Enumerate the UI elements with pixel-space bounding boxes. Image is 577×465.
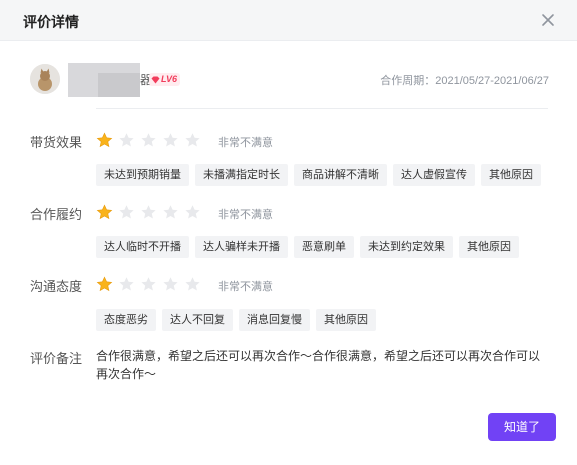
rating-label-fulfillment: 合作履约 — [30, 207, 83, 222]
cat-avatar-icon — [30, 64, 60, 94]
divider — [96, 108, 548, 109]
reason-tag: 恶意刷单 — [294, 236, 354, 258]
star-empty-icon — [163, 277, 178, 291]
tag-list: 态度恶劣 达人不回复 消息回复慢 其他原因 — [96, 309, 376, 331]
reason-tag: 达人不回复 — [162, 309, 233, 331]
reason-tag: 消息回复慢 — [239, 309, 310, 331]
reason-tag: 其他原因 — [316, 309, 376, 331]
rating-label-sales: 带货效果 — [30, 135, 83, 150]
reason-tag: 未达到预期销量 — [96, 164, 189, 186]
star-filled-icon — [96, 132, 113, 148]
star-empty-icon — [185, 277, 200, 291]
rating-label-communication: 沟通态度 — [30, 279, 83, 294]
star-empty-icon — [119, 277, 134, 291]
rating-stars — [96, 132, 201, 149]
star-filled-icon — [96, 276, 113, 292]
level-badge: LV6 — [149, 73, 181, 86]
close-icon — [542, 14, 554, 26]
diamond-icon — [151, 76, 160, 83]
star-empty-icon — [185, 133, 200, 147]
tag-list: 达人临时不开播 达人骗样未开播 恶意刷单 未达到约定效果 其他原因 — [96, 236, 519, 258]
level-text: LV6 — [161, 74, 178, 84]
reason-tag: 未达到约定效果 — [360, 236, 453, 258]
dialog-header: 评价详情 — [0, 0, 577, 41]
reason-tag: 达人虚假宣传 — [393, 164, 475, 186]
remark-text: 合作很满意，希望之后还可以再次合作～合作很满意，希望之后还可以再次合作可以再次合… — [96, 349, 541, 381]
cooperation-period: 合作周期：2021/05/27-2021/06/27 — [380, 75, 549, 87]
rating-stars — [96, 204, 201, 221]
rating-text: 非常不满意 — [218, 281, 273, 293]
close-button[interactable] — [539, 11, 557, 29]
star-empty-icon — [163, 133, 178, 147]
star-empty-icon — [141, 133, 156, 147]
tag-list: 未达到预期销量 未播满指定时长 商品讲解不清晰 达人虚假宣传 其他原因 — [96, 164, 541, 186]
reason-tag: 其他原因 — [481, 164, 541, 186]
reason-tag: 达人临时不开播 — [96, 236, 189, 258]
rating-text: 非常不满意 — [218, 209, 273, 221]
reason-tag: 商品讲解不清晰 — [294, 164, 387, 186]
rating-stars — [96, 276, 201, 293]
user-name-redacted — [68, 63, 140, 97]
reason-tag: 未播满指定时长 — [195, 164, 288, 186]
star-empty-icon — [141, 205, 156, 219]
star-empty-icon — [141, 277, 156, 291]
star-filled-icon — [96, 204, 113, 220]
star-empty-icon — [185, 205, 200, 219]
reason-tag: 达人骗样未开播 — [195, 236, 288, 258]
star-empty-icon — [119, 205, 134, 219]
dialog-title: 评价详情 — [23, 14, 79, 30]
confirm-button[interactable]: 知道了 — [488, 413, 556, 441]
rating-text: 非常不满意 — [218, 137, 273, 149]
reason-tag: 态度恶劣 — [96, 309, 156, 331]
reason-tag: 其他原因 — [459, 236, 519, 258]
remark-label: 评价备注 — [30, 351, 83, 366]
star-empty-icon — [163, 205, 178, 219]
star-empty-icon — [119, 133, 134, 147]
avatar — [30, 64, 60, 94]
